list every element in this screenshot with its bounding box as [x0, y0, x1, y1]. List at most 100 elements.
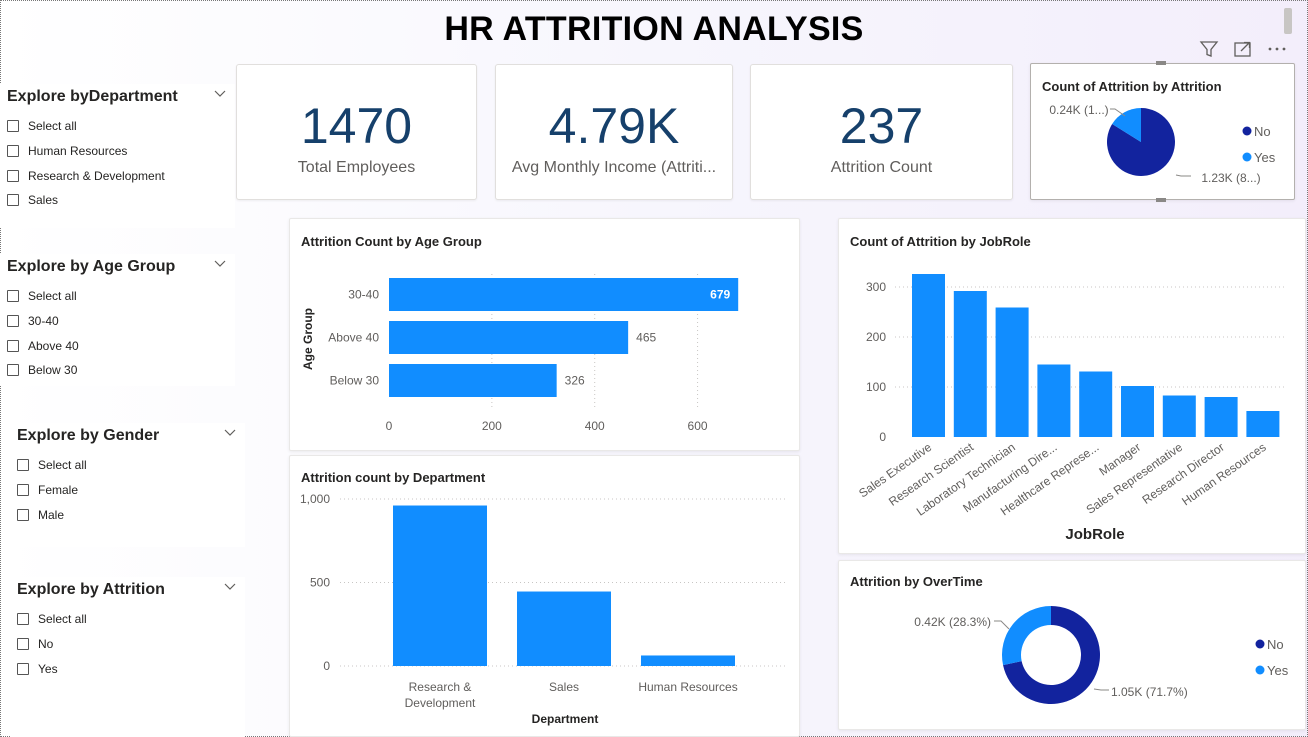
legend-marker: [1255, 639, 1265, 649]
department-chart-panel[interactable]: Attrition count by Department 0 500 1,000 R…: [289, 455, 800, 737]
chevron-down-icon[interactable]: [224, 429, 236, 437]
column-bar: [995, 307, 1029, 437]
column-bar: [393, 505, 487, 666]
data-label: 465: [636, 331, 656, 345]
resize-handle[interactable]: [1156, 198, 1166, 202]
checkbox-icon[interactable]: [17, 484, 29, 497]
x-tick-label: 600: [688, 419, 708, 433]
slicer-option[interactable]: Select all: [7, 114, 165, 139]
slicer-option-label: Human Resources: [28, 144, 128, 159]
slicer-option-label: Below 30: [28, 363, 78, 378]
chevron-down-icon[interactable]: [224, 583, 236, 591]
slicer-gender: Explore by Gender Select all Female Male: [10, 423, 245, 547]
kpi-card-total-employees[interactable]: 1470 Total Employees: [236, 64, 477, 200]
slicer-option[interactable]: Select all: [17, 607, 87, 632]
y-tick-label: 1,000: [300, 492, 330, 506]
slicer-option[interactable]: Yes: [17, 656, 87, 681]
legend-label: No: [1254, 124, 1271, 139]
data-label: 326: [565, 374, 585, 388]
slicer-option[interactable]: Select all: [7, 284, 79, 309]
slicer-option[interactable]: Select all: [17, 453, 87, 478]
slicer-age-group: Explore by Age Group Select all 30-40 Above…: [0, 254, 235, 386]
slicer-option-label: Select all: [38, 458, 87, 473]
column-bar: [1121, 386, 1154, 437]
jobrole-chart-panel[interactable]: Count of Attrition by JobRole 0 100 200 300…: [838, 218, 1306, 554]
column-bar: [1162, 395, 1196, 437]
checkbox-icon[interactable]: [17, 613, 29, 626]
data-label: 1.23K (8...): [1201, 171, 1260, 185]
checkbox-icon[interactable]: [7, 120, 19, 133]
legend-marker: [1242, 152, 1252, 162]
legend-label: Yes: [1254, 150, 1276, 165]
slicer-title: Explore byDepartment: [7, 88, 178, 105]
checkbox-icon[interactable]: [17, 459, 29, 472]
checkbox-icon[interactable]: [7, 364, 19, 377]
slicer-items: Select all Female Male: [17, 453, 87, 527]
kpi-label: Avg Monthly Income (Attriti...: [511, 159, 717, 176]
pie-chart-attrition-panel[interactable]: Count of Attrition by Attrition 1.23K (8…: [1030, 63, 1295, 200]
slicer-option-label: Above 40: [28, 338, 79, 353]
x-tick-label: 0: [386, 419, 393, 433]
x-tick-label: Research & Development: [405, 680, 476, 710]
overtime-chart-panel[interactable]: Attrition by OverTime 1.05K (71.7%) 0.42K…: [838, 560, 1306, 730]
checkbox-icon[interactable]: [7, 339, 19, 352]
checkbox-icon[interactable]: [7, 145, 19, 158]
data-label: 0.24K (1...): [1049, 103, 1108, 117]
slicer-option[interactable]: 30-40: [7, 309, 79, 334]
bar: [389, 364, 557, 397]
slicer-option-label: Select all: [28, 119, 77, 134]
checkbox-icon[interactable]: [17, 638, 29, 651]
data-label: 679: [710, 288, 730, 302]
slicer-department: Explore byDepartment Select all Human Reso…: [0, 84, 235, 228]
column-bar: [1204, 397, 1238, 437]
legend-label: Yes: [1267, 663, 1289, 678]
checkbox-icon[interactable]: [7, 169, 19, 182]
slicer-title: Explore by Attrition: [17, 581, 165, 598]
y-tick-label: 0: [323, 659, 330, 673]
slicer-option[interactable]: Human Resources: [7, 139, 165, 164]
slicer-option-label: Research & Development: [28, 168, 165, 183]
age-group-chart-panel[interactable]: Attrition Count by Age Group 0 200 400 600 3…: [289, 218, 800, 451]
focus-mode-icon[interactable]: [1232, 38, 1254, 60]
checkbox-icon[interactable]: [17, 508, 29, 521]
slicer-option[interactable]: Research & Development: [7, 163, 165, 188]
chevron-down-icon[interactable]: [214, 260, 226, 268]
bar-chart: 0 200 400 600 30-40 679 Above 40 465 Below 30 326…: [301, 274, 739, 433]
checkbox-icon[interactable]: [7, 290, 19, 303]
slicer-option[interactable]: Below 30: [7, 358, 79, 383]
column-bar: [641, 655, 735, 666]
y-tick-label: 300: [866, 280, 886, 294]
kpi-label: Total Employees: [297, 159, 416, 176]
checkbox-icon[interactable]: [17, 662, 29, 675]
more-options-icon[interactable]: [1266, 38, 1288, 60]
column-bar: [1246, 411, 1280, 437]
column-bar: [1037, 364, 1071, 437]
y-tick-label: 100: [866, 380, 886, 394]
slicer-option[interactable]: Above 40: [7, 333, 79, 358]
slicer-option-label: Sales: [28, 193, 59, 208]
checkbox-icon[interactable]: [7, 194, 19, 207]
column-bar: [912, 274, 945, 437]
slicer-option-label: Select all: [28, 289, 77, 304]
slicer-option[interactable]: Male: [17, 502, 87, 527]
legend-marker: [1242, 126, 1252, 136]
checkbox-icon[interactable]: [7, 315, 19, 328]
slicer-items: Select all Human Resources Research & Deve…: [7, 114, 165, 213]
bar: [389, 321, 629, 354]
kpi-value: 4.79K: [548, 98, 680, 154]
chevron-down-icon[interactable]: [214, 90, 226, 98]
resize-handle[interactable]: [1156, 61, 1166, 65]
slicer-option[interactable]: Sales: [7, 188, 165, 213]
slicer-option[interactable]: No: [17, 632, 87, 657]
x-axis-title: Department: [532, 712, 599, 726]
leader-line: [1093, 688, 1109, 691]
kpi-card-avg-monthly-income[interactable]: 4.79K Avg Monthly Income (Attriti...: [495, 64, 733, 200]
visual-header-toolbar: [1198, 38, 1288, 60]
scrollbar[interactable]: [1284, 8, 1292, 34]
slicer-option[interactable]: Female: [17, 478, 87, 503]
y-tick-label: 500: [310, 576, 330, 590]
filter-icon[interactable]: [1198, 38, 1220, 60]
kpi-card-attrition-count[interactable]: 237 Attrition Count: [750, 64, 1013, 200]
column-chart: 0 500 1,000 Research & Development Sales Human…: [300, 492, 788, 726]
pie-chart: 1.23K (8...) 0.24K (1...) No Yes: [1049, 103, 1276, 185]
